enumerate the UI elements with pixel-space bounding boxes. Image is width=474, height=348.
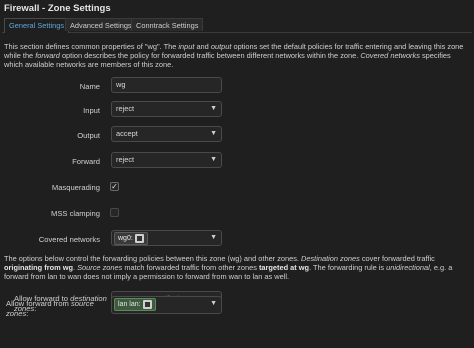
- chevron-down-icon: ▼: [210, 234, 217, 241]
- input-policy-value: reject: [116, 104, 135, 113]
- chevron-down-icon: ▼: [210, 105, 217, 112]
- check-icon: ✓: [111, 182, 118, 191]
- covered-networks-select[interactable]: wg0: ▼: [111, 230, 222, 246]
- forward-policy-select[interactable]: reject ▼: [111, 152, 222, 168]
- output-policy-select[interactable]: accept ▼: [111, 126, 222, 142]
- forwarding-description: The options below control the forwarding…: [4, 254, 453, 281]
- masquerading-checkbox[interactable]: ✓: [110, 182, 119, 191]
- name-value: wg: [116, 80, 126, 89]
- name-label: Name: [79, 82, 100, 91]
- tab-general-settings[interactable]: General Settings: [4, 18, 70, 33]
- zone-description: This section defines common properties o…: [4, 42, 464, 69]
- output-label: Output: [77, 131, 100, 140]
- forward-source-zones-label: Allow forward from source zones:: [6, 299, 94, 318]
- network-icon: [134, 233, 144, 243]
- chevron-down-icon: ▼: [210, 300, 217, 307]
- tab-bar: General Settings Advanced Settings Connt…: [2, 18, 472, 33]
- output-policy-value: accept: [116, 129, 138, 138]
- mss-clamping-checkbox[interactable]: [110, 208, 119, 217]
- chevron-down-icon: ▼: [210, 130, 217, 137]
- tab-advanced-settings[interactable]: Advanced Settings: [65, 18, 137, 31]
- network-chip-wg0: wg0:: [114, 232, 148, 246]
- tab-conntrack-settings[interactable]: Conntrack Settings: [131, 18, 204, 31]
- input-policy-select[interactable]: reject ▼: [111, 101, 222, 117]
- name-field[interactable]: wg: [111, 77, 222, 93]
- masquerading-label: Masquerading: [51, 183, 100, 192]
- forward-policy-value: reject: [116, 155, 135, 164]
- page-title: Firewall - Zone Settings: [4, 3, 111, 14]
- network-icon: [142, 299, 152, 309]
- forward-src-zones-select[interactable]: lan lan: ▼: [111, 296, 222, 314]
- mss-clamping-label: MSS clamping: [51, 209, 100, 218]
- chevron-down-icon: ▼: [210, 156, 217, 163]
- zone-chip-lan: lan lan:: [114, 298, 156, 312]
- forward-label: Forward: [72, 157, 100, 166]
- covered-networks-label: Covered networks: [38, 235, 100, 244]
- input-label: Input: [83, 106, 100, 115]
